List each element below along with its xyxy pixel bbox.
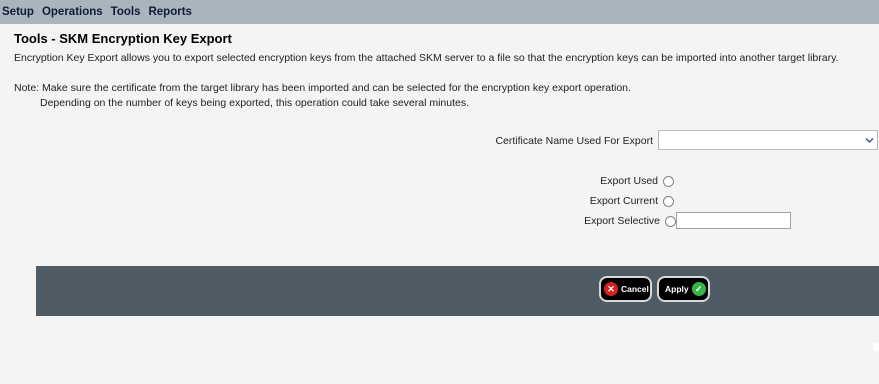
check-circle-icon: ✓: [691, 282, 706, 296]
export-used-radio[interactable]: [663, 175, 674, 187]
menu-setup[interactable]: Setup: [2, 6, 34, 18]
certificate-select[interactable]: [658, 130, 878, 150]
apply-button[interactable]: Apply ✓: [657, 276, 710, 302]
cancel-button[interactable]: ✕ Cancel: [599, 276, 652, 302]
export-current-label: Export Current: [589, 195, 658, 207]
export-used-option: Export Used: [600, 175, 674, 187]
export-used-label: Export Used: [600, 175, 658, 187]
x-circle-icon: ✕: [604, 282, 618, 296]
menu-operations[interactable]: Operations: [42, 6, 103, 18]
apply-button-label: Apply: [665, 284, 689, 294]
page-description: Encryption Key Export allows you to expo…: [14, 52, 839, 64]
export-selective-label: Export Selective: [584, 215, 660, 227]
cancel-button-label: Cancel: [621, 284, 649, 294]
export-current-option: Export Current: [590, 195, 674, 207]
export-selective-option: Export Selective: [584, 215, 676, 227]
action-bar: ✕ Cancel Apply ✓: [36, 266, 879, 316]
certificate-label: Certificate Name Used For Export: [495, 135, 653, 147]
page-title: Tools - SKM Encryption Key Export: [14, 31, 232, 46]
menu-bar: Setup Operations Tools Reports: [0, 0, 879, 24]
note-line-1: Note: Make sure the certificate from the…: [14, 82, 631, 94]
menu-reports[interactable]: Reports: [148, 6, 191, 18]
note-line-2: Depending on the number of keys being ex…: [40, 97, 470, 109]
export-selective-input[interactable]: [676, 212, 791, 229]
export-current-radio[interactable]: [663, 195, 674, 207]
menu-tools[interactable]: Tools: [111, 6, 141, 18]
edge-marker: [873, 343, 879, 351]
chevron-down-icon[interactable]: [862, 132, 876, 148]
export-selective-radio[interactable]: [665, 215, 676, 227]
